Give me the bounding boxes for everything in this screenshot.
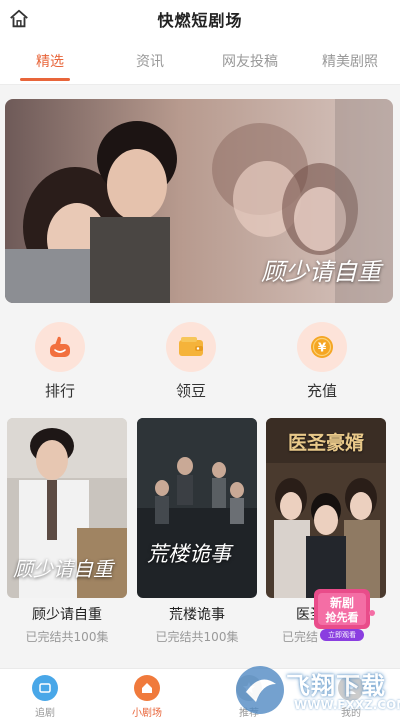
watermark-url: WWW.FXXZ.COM (294, 698, 400, 712)
drama-episode-status: 已完结共100集 (155, 630, 239, 644)
drama-episode-status: 已完结共100集 (25, 630, 109, 644)
drama-title: 荒楼诡事 (169, 607, 225, 623)
page-title: 快燃短剧场 (157, 11, 243, 30)
app-header: 快燃短剧场 (0, 0, 400, 38)
wallet-icon (179, 337, 203, 356)
nav-follow-label: 追剧 (35, 708, 55, 719)
active-tab-indicator (20, 78, 70, 81)
watermark-text: 飞翔下载 (286, 672, 386, 700)
drama-poster: 荒楼诡事 (137, 418, 257, 598)
site-watermark: 飞翔下载 WWW.FXXZ.COM (232, 660, 400, 720)
new-drama-badge[interactable]: 新剧 抢先看 立即观看 (310, 585, 376, 643)
hero-banner[interactable]: 顾少请自重 (5, 99, 393, 303)
tab-user-submissions[interactable]: 网友投稿 (200, 38, 300, 84)
ranking-button[interactable]: 排行 (5, 322, 115, 402)
nav-theater[interactable]: 小剧场 (112, 675, 182, 719)
drama-card[interactable]: 荒楼诡事 荒楼诡事 已完结共100集 (137, 418, 257, 645)
drama-poster-title: 医圣豪婿 (287, 432, 364, 454)
drama-title: 顾少请自重 (32, 607, 102, 623)
nav-theater-label: 小剧场 (132, 708, 162, 719)
new-badge-line3: 立即观看 (328, 631, 356, 639)
recharge-button[interactable]: ¥ 充值 (267, 322, 377, 402)
banner-caption: 顾少请自重 (261, 258, 381, 286)
watermark-logo-icon (236, 666, 284, 714)
tv-icon (32, 675, 58, 701)
drama-poster-title: 荒楼诡事 (147, 542, 231, 566)
drama-card[interactable]: 顾少请自重 顾少请自重 已完结共100集 (7, 418, 127, 645)
nav-follow[interactable]: 追剧 (10, 675, 80, 719)
collect-beans-label: 领豆 (175, 382, 206, 400)
tab-stills[interactable]: 精美剧照 (300, 38, 400, 84)
drama-poster-title: 顾少请自重 (13, 557, 113, 581)
recharge-label: 充值 (306, 382, 337, 400)
drama-poster: 顾少请自重 (7, 418, 127, 598)
drama-poster: 医圣豪婿 (266, 418, 386, 598)
tab-news[interactable]: 资讯 (100, 38, 200, 84)
yen-coin-icon: ¥ (311, 336, 333, 358)
collect-beans-button[interactable]: 领豆 (136, 322, 246, 402)
home-icon[interactable] (8, 8, 30, 30)
svg-text:¥: ¥ (318, 341, 327, 355)
thumbs-up-icon (50, 336, 70, 357)
ranking-label: 排行 (44, 382, 75, 400)
home-icon (134, 675, 160, 701)
new-badge-line2: 抢先看 (325, 611, 359, 624)
recharge-icon-circle: ¥ (297, 322, 347, 372)
ranking-icon-circle (35, 322, 85, 372)
collect-beans-icon-circle (166, 322, 216, 372)
